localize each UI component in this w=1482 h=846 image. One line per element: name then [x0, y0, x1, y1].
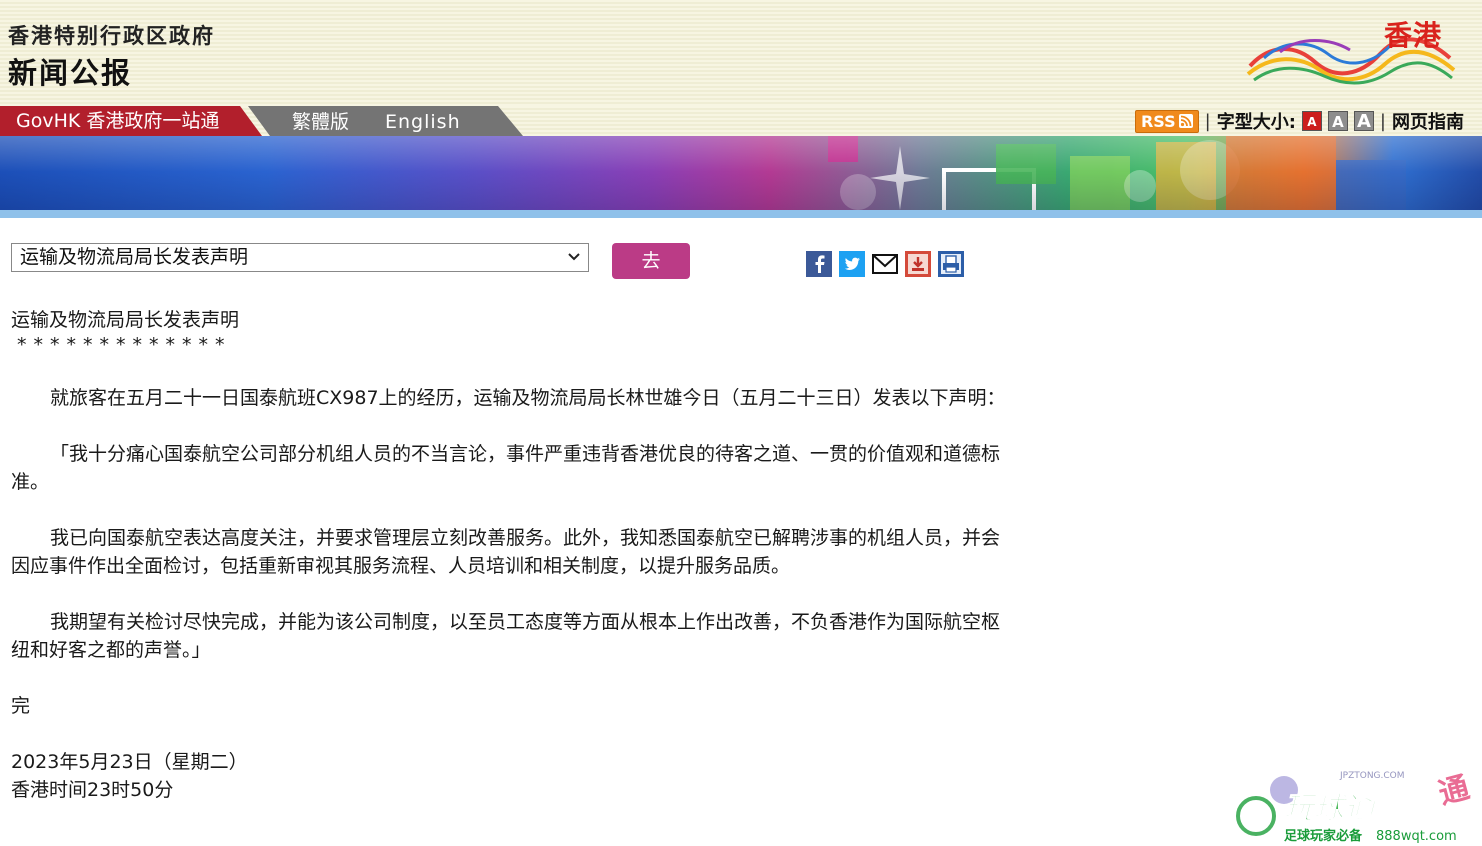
govhk-link[interactable]: GovHK 香港政府一站通	[0, 106, 262, 136]
release-time: 香港时间23时50分	[11, 779, 174, 801]
web-guide-link[interactable]: 网页指南	[1392, 108, 1464, 134]
article-paragraph: 就旅客在五月二十一日国泰航班CX987上的经历，运输及物流局局长林世雄今日（五月…	[50, 387, 1006, 409]
star-divider: *************	[17, 334, 232, 356]
svg-text:通: 通	[1435, 770, 1473, 812]
banner-shine	[0, 136, 1482, 216]
twitter-icon[interactable]	[839, 251, 865, 277]
separator: |	[1204, 110, 1211, 132]
selected-option: 运输及物流局局长发表声明	[20, 246, 249, 268]
rss-button[interactable]: RSS	[1134, 109, 1199, 133]
press-release-select[interactable]: 运输及物流局局长发表声明	[11, 243, 589, 272]
rss-feed-icon	[1178, 114, 1193, 128]
press-release-article: 运输及物流局局长发表声明 ************* 就旅客在五月二十一日国泰航…	[11, 306, 1017, 804]
top-navigation-bar: GovHK 香港政府一站通 繁體版 English RSS | 字型大小: A …	[0, 106, 1482, 136]
download-icon[interactable]	[905, 251, 931, 277]
separator: |	[1379, 110, 1386, 132]
traditional-chinese-link[interactable]: 繁體版	[292, 106, 349, 138]
article-paragraph: 我已向国泰航空表达高度关注，并要求管理层立刻改善服务。此外，我知悉国泰航空已解聘…	[11, 527, 1001, 577]
bulletin-title: 新闻公报	[8, 56, 133, 90]
font-size-small-button[interactable]: A	[1301, 111, 1322, 131]
header: 香港特别行政区政府 新闻公报 香港	[0, 0, 1482, 106]
watermark-brand: 玩球通	[1284, 791, 1379, 826]
page-tools: RSS | 字型大小: A A A | 网页指南	[1134, 106, 1464, 136]
article-paragraph: 我期望有关检讨尽快完成，并能为该公司制度，以至员工态度等方面从根本上作出改善，不…	[11, 611, 1001, 661]
hong-kong-brand-text: 香港	[1384, 19, 1443, 52]
site-watermark: JPZTONG.COM 通 玩球通 足球玩家必备 888wqt.com	[1236, 770, 1473, 844]
email-icon[interactable]	[872, 251, 898, 277]
print-icon[interactable]	[938, 251, 964, 277]
watermark-site: JPZTONG.COM	[1339, 771, 1405, 781]
end-mark: 完	[11, 695, 31, 717]
rss-label: RSS	[1140, 111, 1176, 131]
font-size-label: 字型大小:	[1216, 112, 1296, 133]
english-link[interactable]: English	[385, 106, 461, 138]
article-title: 运输及物流局局长发表声明	[11, 309, 240, 331]
banner-bottom-stripe	[0, 210, 1482, 218]
article-paragraph: 「我十分痛心国泰航空公司部分机组人员的不当言论，事件严重违背香港优良的待客之道、…	[11, 443, 1001, 493]
go-button[interactable]: 去	[612, 243, 690, 279]
decorative-banner	[0, 136, 1482, 216]
watermark-domain: 888wqt.com	[1376, 829, 1457, 844]
font-size-medium-button[interactable]: A	[1327, 111, 1348, 131]
government-name: 香港特别行政区政府	[8, 24, 215, 48]
font-size-large-button[interactable]: A	[1353, 111, 1374, 132]
facebook-icon[interactable]	[806, 251, 832, 277]
release-date: 2023年5月23日（星期二）	[11, 751, 248, 773]
chevron-down-icon	[568, 253, 580, 261]
watermark-tagline: 足球玩家必备	[1284, 828, 1363, 844]
share-toolbar	[806, 251, 964, 277]
